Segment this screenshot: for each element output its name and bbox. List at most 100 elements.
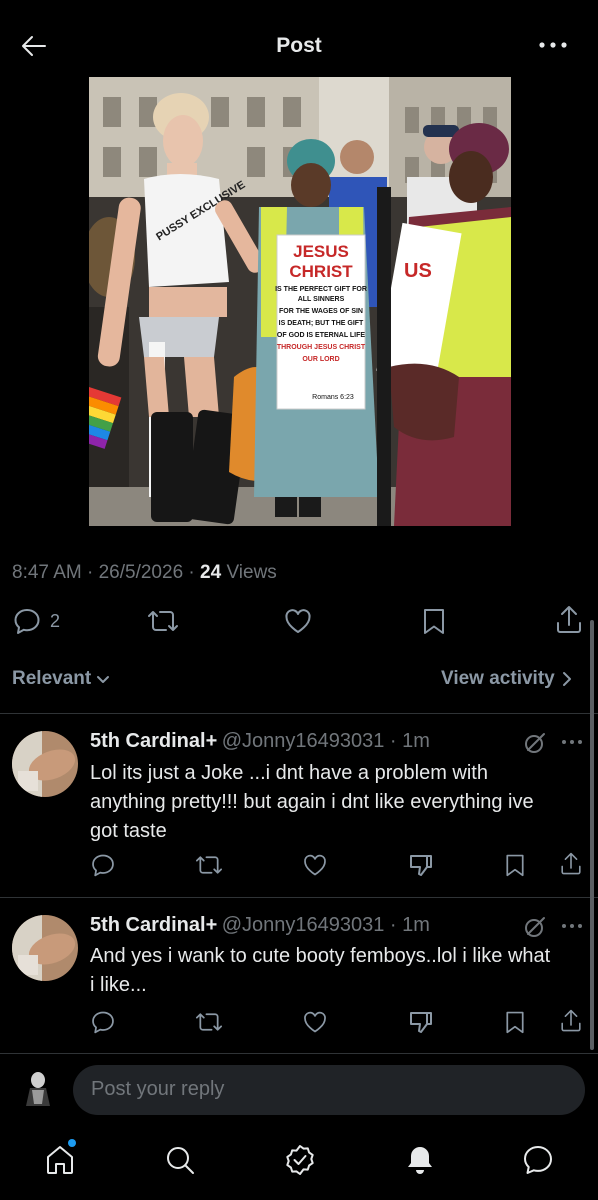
reply-input[interactable]: Post your reply <box>73 1065 585 1115</box>
more-options-button[interactable] <box>536 32 570 58</box>
thumbs-down-icon <box>410 1012 432 1033</box>
reply-item[interactable]: 5th Cardinal+ @Jonny16493031 · 1m And ye… <box>0 898 598 1053</box>
share-icon <box>557 606 581 633</box>
sign-line2: CHRIST <box>289 262 353 281</box>
heart-icon <box>304 1011 326 1033</box>
reply-icon <box>14 609 40 634</box>
post-photo[interactable]: PUSSY EXCLUSIVE JESUS CHRIST IS THE PERF… <box>89 77 511 526</box>
nav-messages[interactable] <box>521 1143 555 1177</box>
reply-time: 1m <box>402 914 430 936</box>
post-time: 8:47 AM <box>12 562 82 583</box>
verified-icon <box>286 1145 314 1175</box>
author-handle[interactable]: @Jonny16493031 <box>222 914 385 936</box>
reply-time: 1m <box>402 730 430 752</box>
divider <box>0 1053 598 1054</box>
reply-bookmark-button[interactable] <box>503 1009 527 1035</box>
grok-button[interactable] <box>522 914 548 940</box>
reply-text: Lol its just a Joke ...i dnt have a prob… <box>90 762 534 842</box>
reply-downvote-button[interactable] <box>408 852 434 878</box>
bookmark-icon <box>424 609 444 634</box>
reply-share-button[interactable] <box>559 850 583 878</box>
views-count: 24 <box>200 562 222 583</box>
reply-icon <box>92 1011 114 1034</box>
sign-verse: Romans 6:23 <box>312 394 354 401</box>
sign-body-4: OF GOD IS ETERNAL LIFE <box>277 332 365 339</box>
reply-downvote-button[interactable] <box>408 1009 434 1035</box>
author-name[interactable]: 5th Cardinal+ <box>90 730 217 752</box>
more-dots-icon <box>539 42 567 48</box>
heart-icon <box>304 854 326 876</box>
reply-bookmark-button[interactable] <box>503 852 527 878</box>
reply-reply-button[interactable] <box>90 852 116 878</box>
bottom-nav <box>0 1130 598 1200</box>
top-bar: Post <box>0 0 598 76</box>
share-icon <box>561 1009 581 1032</box>
scrollbar[interactable] <box>590 620 594 1050</box>
my-avatar[interactable] <box>20 1070 56 1108</box>
reply-header: 5th Cardinal+ @Jonny16493031 · 1m <box>90 730 430 752</box>
sign-body-6: OUR LORD <box>302 356 339 363</box>
reply-share-button[interactable] <box>559 1007 583 1035</box>
reply-item[interactable]: 5th Cardinal+ @Jonny16493031 · 1m Lol it… <box>0 714 598 897</box>
nav-notifications[interactable] <box>403 1143 437 1177</box>
more-dots-icon <box>562 924 582 928</box>
grok-icon <box>525 733 545 753</box>
reply-like-button[interactable] <box>302 852 328 878</box>
avatar[interactable] <box>12 731 78 797</box>
repost-button[interactable] <box>146 606 180 636</box>
grok-button[interactable] <box>522 730 548 756</box>
nav-verified[interactable] <box>283 1143 317 1177</box>
reply-action[interactable]: 2 <box>12 606 60 636</box>
reply-like-button[interactable] <box>302 1009 328 1035</box>
repost-icon <box>195 856 222 874</box>
reply-icon <box>92 854 114 877</box>
messages-icon <box>524 1146 552 1174</box>
reply-reply-button[interactable] <box>90 1009 116 1035</box>
reply-count: 2 <box>50 610 61 631</box>
sign-body-5: THROUGH JESUS CHRIST <box>277 344 366 351</box>
reply-more-button[interactable] <box>560 732 584 752</box>
post-date: 26/5/2026 <box>98 562 184 583</box>
bookmark-icon <box>506 854 524 877</box>
sign2-text: US <box>404 260 432 282</box>
search-icon <box>167 1147 194 1174</box>
sign-body-1: ALL SINNERS <box>298 296 345 303</box>
sign-body-3: IS DEATH; BUT THE GIFT <box>279 320 364 327</box>
like-button[interactable] <box>283 606 313 636</box>
nav-search[interactable] <box>163 1143 197 1177</box>
home-icon <box>47 1146 73 1174</box>
sign-body-2: FOR THE WAGES OF SIN <box>279 308 363 315</box>
chevron-right-icon <box>562 672 571 686</box>
sort-dropdown[interactable]: Relevant <box>12 668 111 690</box>
notifications-icon <box>408 1147 432 1174</box>
grok-icon <box>525 917 545 937</box>
sign-body-0: IS THE PERFECT GIFT FOR <box>275 286 367 293</box>
reply-more-button[interactable] <box>560 916 584 936</box>
thumbs-down-icon <box>410 855 432 876</box>
share-icon <box>561 852 581 875</box>
heart-icon <box>285 609 311 633</box>
avatar[interactable] <box>12 915 78 981</box>
post-meta: 8:47 AM · 26/5/2026 · 24 Views <box>12 562 277 583</box>
share-button[interactable] <box>554 604 584 636</box>
author-handle[interactable]: @Jonny16493031 <box>222 730 385 752</box>
bookmark-button[interactable] <box>420 606 448 636</box>
home-notification-dot <box>68 1139 76 1147</box>
repost-icon <box>195 1013 222 1031</box>
bookmark-icon <box>506 1011 524 1034</box>
views-label: Views <box>226 562 277 583</box>
more-dots-icon <box>562 740 582 744</box>
view-activity-link[interactable]: View activity <box>441 668 573 690</box>
repost-icon <box>148 611 178 631</box>
nav-home[interactable] <box>43 1143 77 1177</box>
reply-header: 5th Cardinal+ @Jonny16493031 · 1m <box>90 914 430 936</box>
reply-repost-button[interactable] <box>194 1009 224 1035</box>
reply-repost-button[interactable] <box>194 852 224 878</box>
sort-label: Relevant <box>12 668 92 689</box>
chevron-down-icon <box>97 676 110 683</box>
page-title: Post <box>276 34 322 57</box>
author-name[interactable]: 5th Cardinal+ <box>90 914 217 936</box>
reply-text: And yes i wank to cute booty femboys..lo… <box>90 945 551 996</box>
sign-line1: JESUS <box>293 242 349 261</box>
view-activity-label: View activity <box>441 668 555 689</box>
